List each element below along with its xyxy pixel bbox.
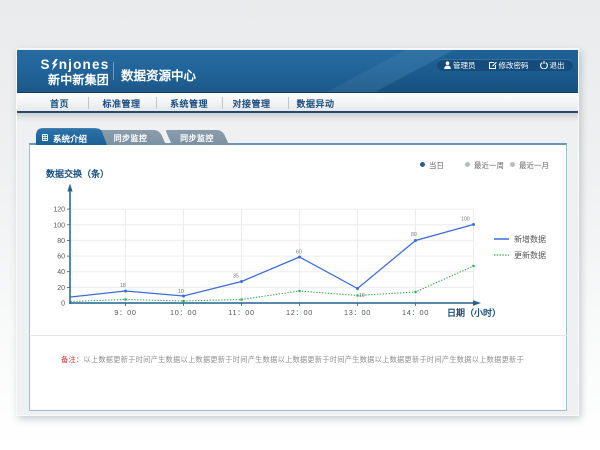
svg-text:60: 60 (57, 253, 65, 260)
svg-text:60: 60 (296, 249, 302, 255)
svg-text:更新数据: 更新数据 (514, 250, 546, 260)
svg-text:80: 80 (57, 237, 65, 244)
svg-text:13：00: 13：00 (343, 308, 370, 317)
svg-text:35: 35 (233, 273, 239, 279)
svg-text:100: 100 (53, 222, 65, 229)
svg-text:80: 80 (411, 232, 417, 238)
svg-text:12：00: 12：00 (285, 308, 312, 317)
svg-text:14：00: 14：00 (401, 308, 428, 317)
svg-text:100: 100 (461, 216, 470, 222)
svg-text:120: 120 (53, 206, 65, 213)
svg-text:11：00: 11：00 (228, 308, 255, 317)
svg-text:20: 20 (57, 284, 65, 291)
svg-text:18: 18 (120, 283, 126, 289)
svg-text:10: 10 (178, 289, 184, 295)
svg-text:10：00: 10：00 (169, 308, 196, 317)
svg-text:日期（小时）: 日期（小时） (447, 307, 501, 318)
svg-text:40: 40 (57, 269, 65, 276)
svg-text:新增数据: 新增数据 (514, 234, 546, 244)
svg-text:0: 0 (61, 300, 65, 307)
svg-text:10: 10 (359, 293, 365, 299)
svg-text:9：00: 9：00 (114, 308, 136, 317)
